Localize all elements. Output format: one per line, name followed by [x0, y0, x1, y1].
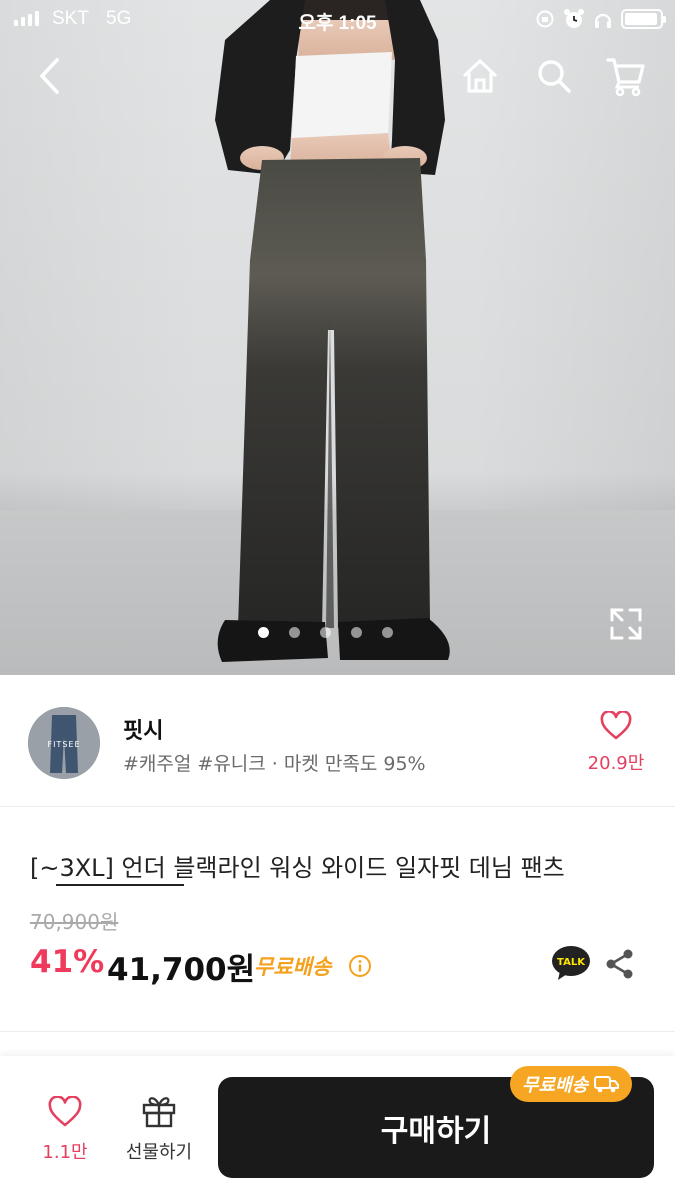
discount-rate: 41% — [30, 944, 105, 980]
gift-button[interactable]: 선물하기 — [114, 1094, 204, 1164]
free-shipping-badge-label: 무료배송 — [522, 1075, 589, 1096]
shop-like-count: 20.9만 — [587, 753, 645, 774]
sale-price: 41,700원 — [107, 952, 256, 988]
battery-icon — [621, 9, 666, 29]
bottom-action-bar: 1.1만 선물하기 구매하기 무료배송 — [0, 1056, 675, 1200]
kakao-talk-icon: TALK — [557, 957, 586, 968]
home-button[interactable] — [456, 52, 504, 100]
shop-tags: #캐주얼 #유니크 · 마켓 만족도 95% — [123, 753, 426, 775]
wishlist-button[interactable]: 1.1만 — [30, 1095, 100, 1164]
shop-logo-image: FITSEE — [28, 707, 100, 779]
free-shipping-badge: 무료배송 — [510, 1066, 633, 1102]
gallery-dot[interactable] — [289, 627, 300, 638]
shop-avatar[interactable]: FITSEE — [28, 707, 100, 779]
headphones-icon — [594, 13, 612, 28]
shop-like-button[interactable]: 20.9만 — [580, 710, 652, 775]
gallery-dot[interactable] — [258, 627, 269, 638]
buy-button-label: 구매하기 — [380, 1113, 492, 1149]
delivery-truck-icon — [594, 1076, 620, 1093]
fullscreen-button[interactable] — [606, 604, 646, 644]
back-button[interactable] — [26, 52, 74, 100]
expand-icon — [610, 608, 642, 640]
share-icon[interactable] — [604, 948, 636, 980]
chevron-left-icon — [40, 58, 59, 94]
gallery-dot[interactable] — [382, 627, 393, 638]
shop-avatar-text: FITSEE — [47, 740, 80, 749]
product-info: [~3XL] 언더 블랙라인 워싱 와이드 일자핏 데님 팬츠 70,900원 … — [0, 808, 675, 1032]
section-divider — [0, 1032, 675, 1054]
gallery-pagination[interactable] — [0, 627, 663, 638]
gift-label: 선물하기 — [125, 1142, 193, 1163]
wishlist-count: 1.1만 — [42, 1142, 88, 1163]
search-icon — [538, 60, 571, 93]
model-photo — [215, 0, 450, 662]
rotation-lock-icon — [536, 10, 554, 28]
gift-icon — [142, 1097, 176, 1128]
shop-name[interactable]: 핏시 — [123, 713, 163, 745]
info-icon[interactable] — [348, 954, 372, 978]
search-button[interactable] — [530, 52, 578, 100]
heart-icon — [600, 710, 632, 740]
heart-icon — [48, 1095, 82, 1127]
original-price: 70,900원 — [30, 910, 119, 934]
alarm-icon — [564, 9, 584, 28]
kakao-talk-share-button[interactable]: TALK — [550, 944, 592, 982]
title-underline — [56, 884, 184, 886]
product-image-gallery[interactable]: SKT 5G 오후 1:05 — [0, 0, 675, 675]
cart-button[interactable] — [602, 52, 650, 100]
home-icon — [463, 59, 497, 93]
cart-icon — [606, 58, 645, 97]
shop-row[interactable]: FITSEE 핏시 #캐주얼 #유니크 · 마켓 만족도 95% 20.9만 — [0, 675, 675, 807]
status-bar: SKT 5G 오후 1:05 — [0, 0, 675, 38]
product-title: [~3XL] 언더 블랙라인 워싱 와이드 일자핏 데님 팬츠 — [30, 854, 565, 882]
free-shipping-label: 무료배송 — [254, 955, 332, 979]
gallery-dot[interactable] — [351, 627, 362, 638]
gallery-dot[interactable] — [320, 627, 331, 638]
